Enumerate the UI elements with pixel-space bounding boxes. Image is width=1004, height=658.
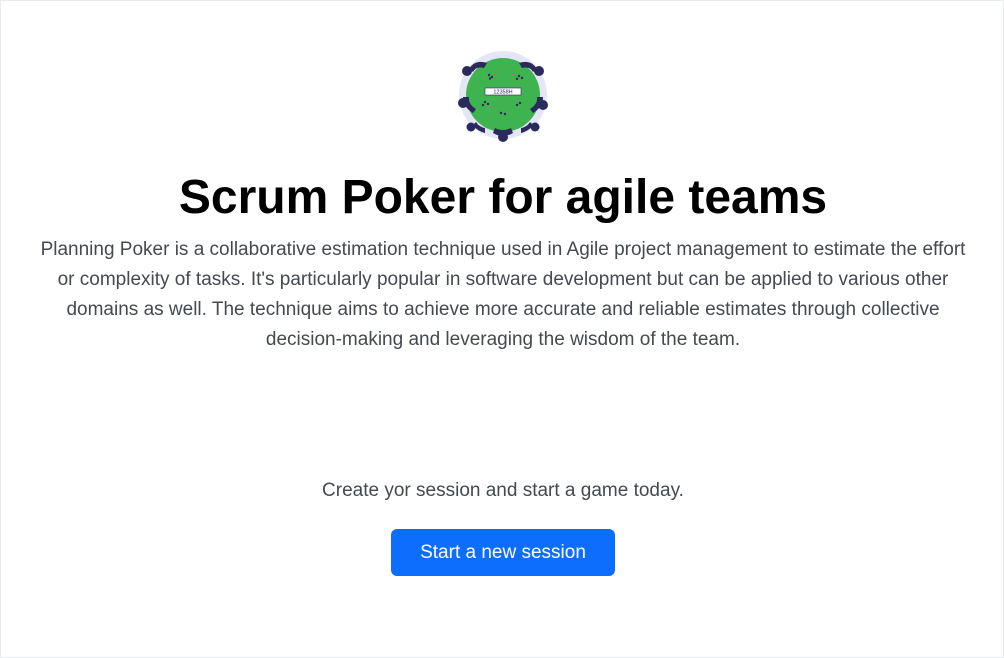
poker-table-icon: 12358H bbox=[458, 51, 548, 142]
page-title: Scrum Poker for agile teams bbox=[178, 171, 828, 224]
start-new-session-button[interactable]: Start a new session bbox=[391, 529, 615, 576]
cta-text: Create yor session and start a game toda… bbox=[322, 480, 684, 501]
intro-description: Planning Poker is a collaborative estima… bbox=[40, 239, 966, 350]
logo-card-text: 12358H bbox=[493, 90, 512, 96]
poker-table-logo: 12358H bbox=[455, 47, 551, 143]
